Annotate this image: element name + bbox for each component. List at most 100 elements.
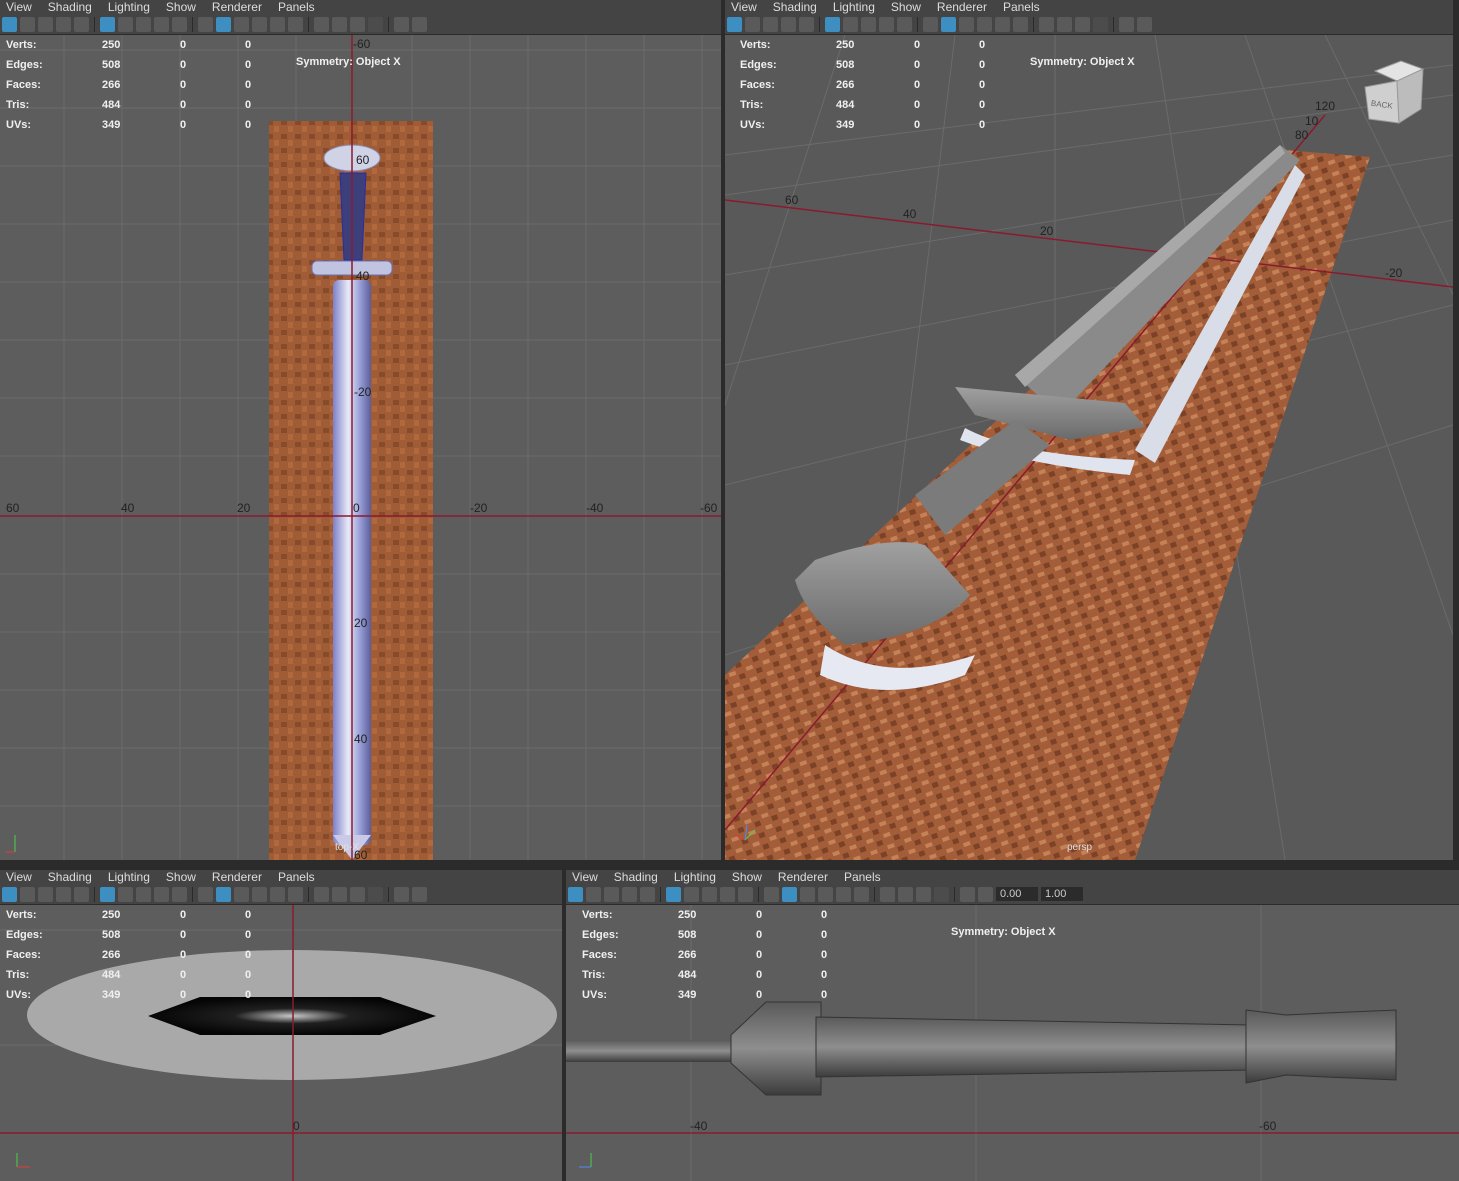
camera-attributes-icon[interactable] — [20, 16, 35, 32]
xray-icon[interactable] — [332, 16, 347, 32]
menu-lighting[interactable]: Lighting — [674, 870, 716, 884]
smooth-shade-icon[interactable] — [216, 16, 231, 32]
xray-joints-icon[interactable] — [1075, 16, 1090, 32]
persp-viewport[interactable]: Verts: 250 0 0 Edges: 508 0 0 Faces: 266 0 0 Tris: 48… — [725, 35, 1453, 860]
textured-icon[interactable] — [977, 16, 992, 32]
bookmark-icon[interactable] — [38, 16, 53, 32]
xray-icon[interactable] — [898, 886, 913, 902]
menu-renderer[interactable]: Renderer — [937, 0, 987, 14]
shadows-icon[interactable] — [854, 886, 869, 902]
select-camera-icon[interactable] — [568, 886, 583, 902]
resolution-gate-icon[interactable] — [702, 886, 717, 902]
snapshot-icon[interactable] — [1137, 16, 1152, 32]
isolate-select-icon[interactable] — [1039, 16, 1054, 32]
resolution-gate-icon[interactable] — [861, 16, 876, 32]
lights-icon[interactable] — [270, 16, 285, 32]
vertical-splitter[interactable] — [562, 870, 566, 1181]
field-chart-icon[interactable] — [172, 886, 187, 902]
horizontal-splitter[interactable] — [0, 860, 1459, 870]
resolution-gate-icon[interactable] — [136, 16, 151, 32]
wireframe-icon[interactable] — [923, 16, 938, 32]
isolate-select-icon[interactable] — [314, 886, 329, 902]
menu-panels[interactable]: Panels — [278, 870, 315, 884]
film-gate-icon[interactable] — [118, 886, 133, 902]
vertical-splitter[interactable] — [721, 0, 725, 860]
wireframe-icon[interactable] — [764, 886, 779, 902]
field-chart-icon[interactable] — [172, 16, 187, 32]
backface-icon[interactable] — [368, 16, 383, 32]
menu-shading[interactable]: Shading — [614, 870, 658, 884]
menu-panels[interactable]: Panels — [1003, 0, 1040, 14]
shadows-icon[interactable] — [288, 886, 303, 902]
safe-action-icon[interactable] — [154, 16, 169, 32]
menu-renderer[interactable]: Renderer — [212, 0, 262, 14]
image-plane-icon[interactable] — [56, 16, 71, 32]
xray-icon[interactable] — [332, 886, 347, 902]
menu-renderer[interactable]: Renderer — [778, 870, 828, 884]
film-gate-icon[interactable] — [684, 886, 699, 902]
menu-view[interactable]: View — [572, 870, 598, 884]
menu-lighting[interactable]: Lighting — [833, 0, 875, 14]
bookmark-icon[interactable] — [38, 886, 53, 902]
grid-icon[interactable] — [825, 16, 840, 32]
snapshot-icon[interactable] — [978, 886, 993, 902]
safe-action-icon[interactable] — [154, 886, 169, 902]
menu-shading[interactable]: Shading — [48, 0, 92, 14]
select-camera-icon[interactable] — [727, 16, 742, 32]
menu-lighting[interactable]: Lighting — [108, 0, 150, 14]
backface-icon[interactable] — [1093, 16, 1108, 32]
xray-joints-icon[interactable] — [916, 886, 931, 902]
side-viewport[interactable]: Verts: 250 0 0 Edges: 508 0 0 Faces: 266 0 0 Tris: 48… — [566, 905, 1459, 1181]
exposure-field[interactable]: 0.00 — [996, 887, 1038, 901]
camera-attributes-icon[interactable] — [586, 886, 601, 902]
smooth-shade-icon[interactable] — [941, 16, 956, 32]
field-chart-icon[interactable] — [738, 886, 753, 902]
image-plane-icon[interactable] — [781, 16, 796, 32]
textured-icon[interactable] — [818, 886, 833, 902]
grid-icon[interactable] — [666, 886, 681, 902]
camera-icon[interactable] — [394, 16, 409, 32]
field-chart-icon[interactable] — [897, 16, 912, 32]
xray-icon[interactable] — [1057, 16, 1072, 32]
menu-show[interactable]: Show — [166, 0, 196, 14]
camera-attributes-icon[interactable] — [20, 886, 35, 902]
menu-view[interactable]: View — [731, 0, 757, 14]
resolution-gate-icon[interactable] — [136, 886, 151, 902]
wireframe-icon[interactable] — [198, 16, 213, 32]
xray-joints-icon[interactable] — [350, 16, 365, 32]
lock-camera-icon[interactable] — [640, 886, 655, 902]
top-viewport[interactable]: Verts: 250 0 0 Edges: 508 0 0 Faces: 266 0 0 Tris: 48… — [0, 35, 721, 860]
lock-camera-icon[interactable] — [74, 886, 89, 902]
menu-shading[interactable]: Shading — [48, 870, 92, 884]
safe-action-icon[interactable] — [720, 886, 735, 902]
menu-shading[interactable]: Shading — [773, 0, 817, 14]
menu-renderer[interactable]: Renderer — [212, 870, 262, 884]
default-material-icon[interactable] — [959, 16, 974, 32]
menu-show[interactable]: Show — [891, 0, 921, 14]
smooth-shade-icon[interactable] — [782, 886, 797, 902]
default-material-icon[interactable] — [800, 886, 815, 902]
lock-camera-icon[interactable] — [74, 16, 89, 32]
lock-camera-icon[interactable] — [799, 16, 814, 32]
bookmark-icon[interactable] — [763, 16, 778, 32]
grid-icon[interactable] — [100, 886, 115, 902]
snapshot-icon[interactable] — [412, 886, 427, 902]
film-gate-icon[interactable] — [843, 16, 858, 32]
gamma-field[interactable]: 1.00 — [1041, 887, 1083, 901]
image-plane-icon[interactable] — [622, 886, 637, 902]
grid-icon[interactable] — [100, 16, 115, 32]
menu-view[interactable]: View — [6, 870, 32, 884]
default-material-icon[interactable] — [234, 886, 249, 902]
backface-icon[interactable] — [368, 886, 383, 902]
film-gate-icon[interactable] — [118, 16, 133, 32]
menu-view[interactable]: View — [6, 0, 32, 14]
camera-attributes-icon[interactable] — [745, 16, 760, 32]
camera-icon[interactable] — [394, 886, 409, 902]
front-viewport[interactable]: Verts: 250 0 0 Edges: 508 0 0 Faces: 266 0 0 Tris: 48… — [0, 905, 562, 1181]
wireframe-icon[interactable] — [198, 886, 213, 902]
shadows-icon[interactable] — [288, 16, 303, 32]
menu-panels[interactable]: Panels — [844, 870, 881, 884]
bookmark-icon[interactable] — [604, 886, 619, 902]
xray-joints-icon[interactable] — [350, 886, 365, 902]
smooth-shade-icon[interactable] — [216, 886, 231, 902]
